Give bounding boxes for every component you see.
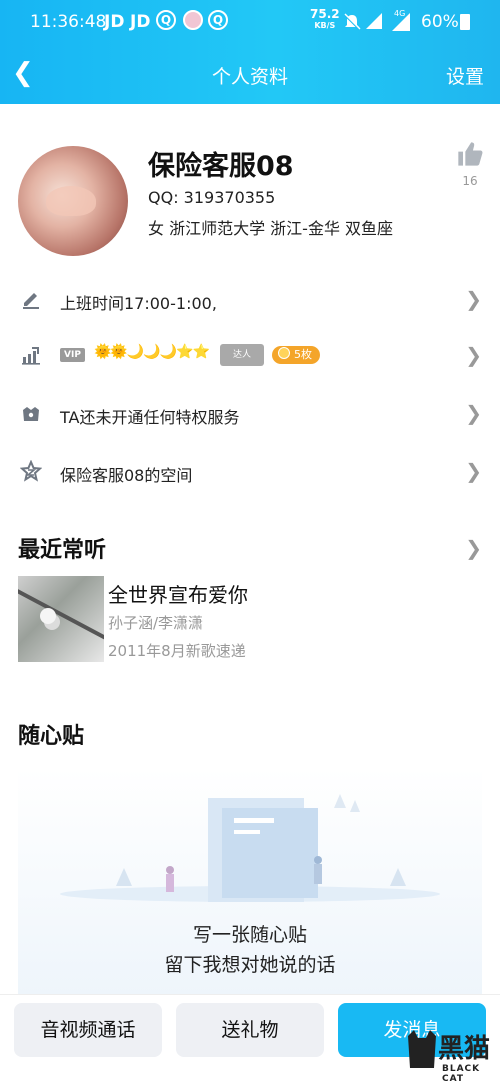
- profile-info: 女 浙江师范大学 浙江-金华 双鱼座: [148, 219, 394, 238]
- row-signature[interactable]: 上班时间17:00-1:00, ❯: [0, 272, 500, 330]
- jd-app-icon: JD: [104, 12, 125, 32]
- video-call-button[interactable]: 音视频通话: [14, 1003, 162, 1057]
- chevron-right-icon: ❯: [465, 287, 482, 311]
- notes-illustration: [60, 794, 440, 902]
- settings-button[interactable]: 设置: [446, 62, 484, 89]
- profile-name: 保险客服08: [148, 151, 294, 182]
- notes-line-1: 写一张随心贴: [192, 924, 307, 946]
- chevron-right-icon: ❯: [465, 401, 482, 425]
- network-speed: 75.2 KB/S: [310, 7, 340, 30]
- watermark-sub: BLACK CAT: [442, 1064, 481, 1084]
- wifi-signal-icon: [366, 13, 382, 29]
- row-level[interactable]: VIP 🌞🌞🌙🌙🌙⭐⭐ 达人 5枚 ❯: [0, 328, 500, 386]
- top-bar: 11:36:48 JD JD Q Q 75.2 KB/S 4G 60% ❮ 个人资…: [0, 0, 500, 104]
- row-privilege[interactable]: TA还未开通任何特权服务 ❯: [0, 386, 500, 444]
- cat-logo-icon: [408, 1030, 436, 1068]
- avatar[interactable]: [18, 146, 128, 256]
- song-artist: 孙子涵/李潇潇: [108, 614, 204, 632]
- song-title[interactable]: 全世界宣布爱你: [108, 579, 248, 608]
- level-icon: [22, 347, 40, 365]
- like-button[interactable]: 16: [454, 140, 486, 190]
- qq-icon: Q: [156, 10, 176, 30]
- level-icons: 🌞🌞🌙🌙🌙⭐⭐: [94, 344, 210, 360]
- chevron-right-icon: ❯: [465, 343, 482, 367]
- like-count: 16: [462, 174, 478, 188]
- song-album: 2011年8月新歌速递: [108, 642, 246, 660]
- vip-badge: VIP: [60, 348, 85, 362]
- battery-percent: 60%: [421, 12, 459, 32]
- coin-icon: [278, 347, 290, 359]
- album-cover[interactable]: [18, 576, 104, 662]
- daren-badge: 达人: [220, 344, 264, 366]
- edit-icon: [23, 293, 39, 309]
- space-text: 保险客服08的空间: [60, 466, 193, 485]
- mute-icon: [344, 13, 361, 30]
- qzone-star-icon: [20, 460, 42, 482]
- notes-title: 随心贴: [18, 724, 85, 749]
- avatar-notification-icon: [183, 10, 203, 30]
- coin-badge: 5枚: [272, 346, 320, 364]
- thumbs-up-icon: [458, 142, 483, 166]
- privilege-text: TA还未开通任何特权服务: [60, 408, 240, 427]
- chevron-right-icon: ❯: [465, 459, 482, 483]
- page-title: 个人资料: [211, 66, 288, 88]
- row-space[interactable]: 保险客服08的空间 ❯: [0, 444, 500, 502]
- qq-icon-2: Q: [208, 10, 228, 30]
- battery-icon: [460, 14, 470, 30]
- watermark: 黑猫 BLACK CAT: [404, 1026, 496, 1084]
- recent-music-title: 最近常听: [18, 538, 107, 563]
- notes-card[interactable]: 写一张随心贴 留下我想对她说的话: [18, 768, 482, 998]
- notes-line-2: 留下我想对她说的话: [164, 954, 336, 976]
- signature-text: 上班时间17:00-1:00,: [60, 294, 217, 313]
- profile-qq: QQ: 319370355: [148, 188, 276, 207]
- nav-bar: ❮ 个人资料 设置: [0, 44, 500, 104]
- chevron-right-icon[interactable]: ❯: [465, 536, 482, 560]
- send-gift-button[interactable]: 送礼物: [176, 1003, 324, 1057]
- network-type: 4G: [394, 9, 406, 18]
- watermark-text: 黑猫: [438, 1034, 491, 1064]
- status-time: 11:36:48: [30, 12, 107, 32]
- status-bar: 11:36:48 JD JD Q Q 75.2 KB/S 4G 60%: [0, 0, 500, 44]
- crown-bag-icon: [23, 407, 39, 421]
- jd-app-icon-2: JD: [130, 12, 151, 32]
